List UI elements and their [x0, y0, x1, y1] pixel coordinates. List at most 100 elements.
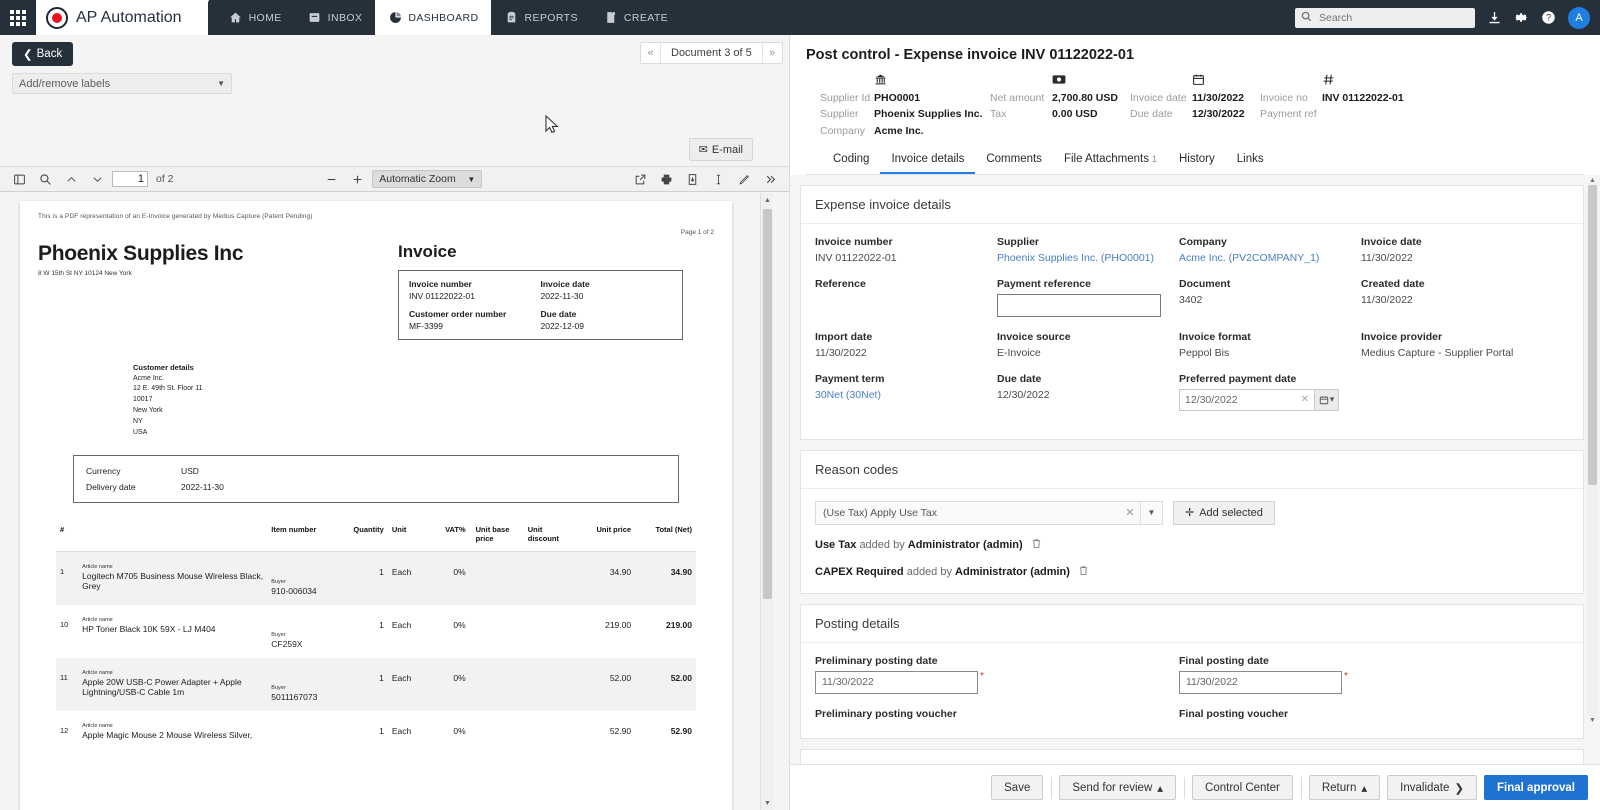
summary-key: Invoice no — [1260, 90, 1322, 106]
final-approval-button[interactable]: Final approval — [1484, 775, 1588, 800]
summary-key: Supplier Id — [820, 90, 874, 106]
home-icon — [229, 11, 243, 25]
field-value-link[interactable]: Acme Inc. (PV2COMPANY_1) — [1179, 252, 1361, 264]
details-vertical-scrollbar[interactable]: ▲ ▼ — [1587, 183, 1598, 718]
nav-item-dashboard[interactable]: DASHBOARD — [375, 0, 491, 35]
find-icon[interactable] — [34, 169, 56, 189]
zoom-in-icon[interactable] — [346, 169, 368, 189]
reason-code-select[interactable]: (Use Tax) Apply Use Tax ✕ ▼ — [815, 501, 1163, 525]
buyer-label: Buyer — [271, 685, 339, 691]
search-input[interactable] — [1317, 11, 1469, 25]
field-payment-reference: Payment reference — [997, 278, 1179, 317]
email-button[interactable]: ✉ E-mail — [689, 138, 753, 161]
clear-icon[interactable]: ✕ — [1120, 502, 1140, 524]
control-center-label: Control Center — [1205, 782, 1280, 794]
control-center-button[interactable]: Control Center — [1192, 775, 1293, 800]
detail-scroll-body[interactable]: Expense invoice details Invoice number I… — [790, 175, 1600, 764]
avatar[interactable]: A — [1568, 7, 1590, 29]
scrollbar-thumb[interactable] — [1588, 185, 1597, 485]
field-value: INV 01122022-01 — [815, 252, 997, 264]
final-posting-date-input[interactable]: 11/30/2022 — [1179, 671, 1342, 694]
scroll-down-icon[interactable]: ▼ — [761, 796, 774, 810]
add-selected-button[interactable]: ✛ Add selected — [1173, 501, 1275, 525]
pdf-page-input[interactable] — [112, 171, 148, 187]
open-in-new-window-icon[interactable] — [629, 169, 651, 189]
calendar-icon — [1130, 71, 1260, 87]
scroll-down-icon[interactable]: ▼ — [1587, 714, 1598, 726]
summary-dates-group: Invoice date11/30/2022 Due date12/30/202… — [1130, 71, 1260, 139]
field-preferred-payment-date: Preferred payment date 12/30/2022 ✕ ▾ — [1179, 373, 1379, 411]
sidebar-toggle-icon[interactable] — [8, 169, 30, 189]
search-box[interactable] — [1295, 8, 1475, 28]
prev-document-button[interactable]: « — [641, 43, 661, 63]
tab-links[interactable]: Links — [1226, 147, 1275, 174]
chevron-down-icon[interactable]: ▼ — [1140, 502, 1162, 524]
help-icon[interactable]: ? — [1541, 10, 1556, 25]
field-label: Due date — [997, 373, 1179, 385]
divider — [1051, 777, 1052, 799]
scroll-up-icon[interactable]: ▲ — [761, 193, 774, 207]
next-page-icon[interactable] — [86, 169, 108, 189]
download-icon[interactable] — [1487, 10, 1502, 25]
delete-icon[interactable] — [1078, 565, 1089, 579]
card-heading: Posting details — [801, 605, 1583, 643]
tab-history[interactable]: History — [1168, 147, 1226, 174]
save-button[interactable]: Save — [991, 775, 1043, 800]
search-icon — [1301, 11, 1312, 25]
col-unit-discount: Unit discount — [522, 525, 574, 543]
pdf-vertical-scrollbar[interactable]: ▲ ▼ — [760, 193, 773, 810]
back-button[interactable]: ❮ Back — [12, 42, 73, 66]
nav-item-reports[interactable]: REPORTS — [491, 0, 590, 35]
bank-icon — [820, 71, 990, 87]
zoom-out-icon[interactable] — [320, 169, 342, 189]
chevron-right-icon: ❯ — [1454, 781, 1464, 795]
add-remove-labels-dropdown[interactable]: Add/remove labels ▼ — [12, 73, 232, 94]
payment-reference-input[interactable] — [997, 294, 1161, 317]
pdf-zoom-select[interactable]: Automatic Zoom ▼ — [372, 170, 482, 188]
draw-annotate-icon[interactable] — [733, 169, 755, 189]
clear-icon[interactable]: ✕ — [1301, 394, 1309, 405]
field-reference: Reference — [815, 278, 997, 317]
next-document-button[interactable]: » — [762, 43, 782, 63]
line-number: 11 — [60, 667, 82, 682]
scrollbar-thumb[interactable] — [763, 209, 772, 599]
pdf-customer-line: Acme Inc. — [133, 374, 714, 385]
gear-icon[interactable] — [1514, 10, 1529, 25]
field-label: Created date — [1361, 278, 1561, 290]
field-import-date: Import date 11/30/2022 — [815, 331, 997, 359]
pdf-scroll-area[interactable]: This is a PDF representation of an E-Inv… — [0, 193, 789, 810]
tab-comments[interactable]: Comments — [975, 147, 1053, 174]
brand-logo-area[interactable]: AP Automation — [36, 0, 208, 35]
field-document: Document 3402 — [1179, 278, 1361, 317]
field-value-link[interactable]: 30Net (30Net) — [815, 389, 997, 401]
preferred-payment-date-input[interactable]: 12/30/2022 ✕ — [1179, 389, 1315, 411]
text-select-icon[interactable] — [707, 169, 729, 189]
col-name — [82, 525, 271, 543]
brand-name: AP Automation — [76, 9, 182, 27]
pdf-currency-box: Currency USD Delivery date 2022-11-30 — [73, 455, 679, 503]
nav-item-home[interactable]: HOME — [216, 0, 295, 35]
field-value-link[interactable]: Phoenix Supplies Inc. (PHO0001) — [997, 252, 1179, 264]
invalidate-button[interactable]: Invalidate ❯ — [1387, 775, 1477, 800]
line-unit-price: 34.90 — [574, 561, 631, 577]
field-value: 12/30/2022 — [997, 389, 1179, 401]
tab-file-attachments[interactable]: File Attachments1 — [1053, 147, 1168, 174]
send-for-review-button[interactable]: Send for review ▴ — [1059, 775, 1176, 800]
nav-item-create[interactable]: CREATE — [591, 0, 681, 35]
return-button[interactable]: Return ▴ — [1309, 775, 1380, 800]
nav-item-inbox[interactable]: INBOX — [295, 0, 376, 35]
save-download-icon[interactable] — [681, 169, 703, 189]
preliminary-posting-date-input[interactable]: 11/30/2022 — [815, 671, 978, 694]
pdf-page: This is a PDF representation of an E-Inv… — [20, 201, 732, 810]
delete-icon[interactable] — [1031, 538, 1042, 552]
line-unit: Each — [384, 720, 422, 736]
calendar-picker-button[interactable]: ▾ — [1315, 389, 1339, 411]
tab-coding[interactable]: Coding — [822, 147, 880, 174]
previous-page-icon[interactable] — [60, 169, 82, 189]
col-unit-base-price: Unit base price — [466, 525, 522, 543]
more-tools-icon[interactable] — [759, 169, 781, 189]
print-icon[interactable] — [655, 169, 677, 189]
tab-invoice-details[interactable]: Invoice details — [880, 147, 975, 174]
app-launcher-icon[interactable] — [0, 0, 36, 35]
pdf-meta-key: Invoice number — [409, 279, 541, 289]
